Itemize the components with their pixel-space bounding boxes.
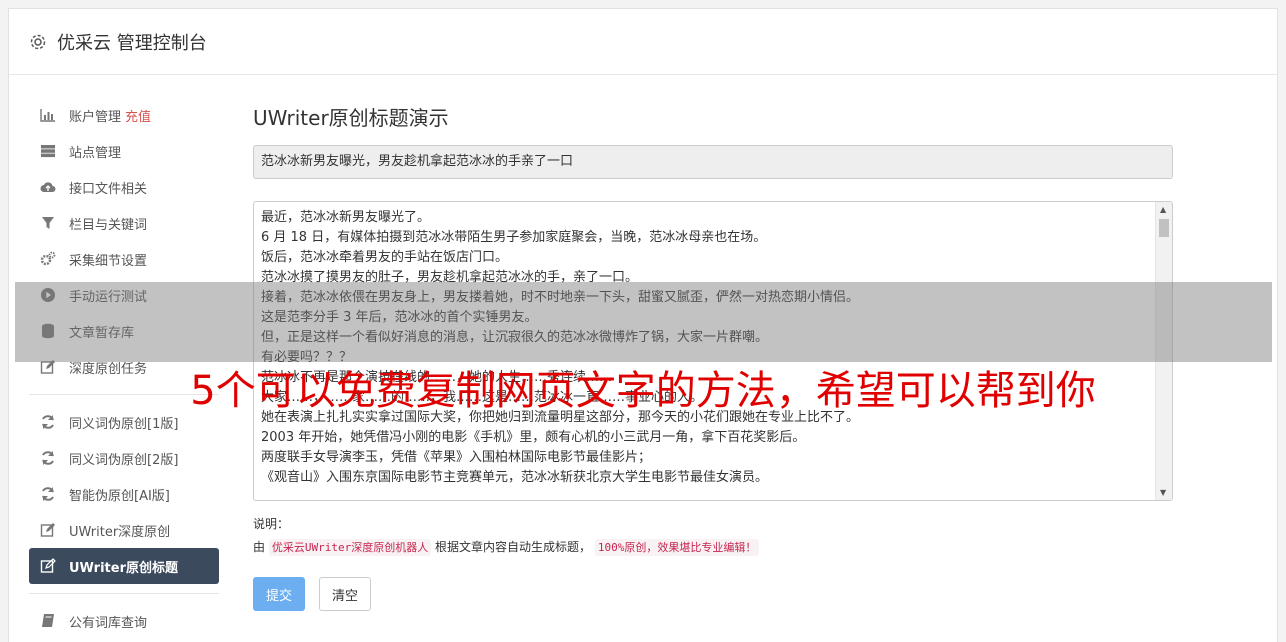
content-line: 2003 年开始，她凭借冯小刚的电影《手机》里，颇有心机的小三武月一角，拿下百花… (261, 430, 806, 445)
sidebar-item-label: 公有词库查询 (69, 615, 148, 631)
sidebar-item-public-lexicon[interactable]: 公有词库查询 (29, 603, 219, 639)
sidebar-group-3: 公有词库查询 (29, 603, 219, 639)
sidebar-item-ai-rewrite[interactable]: 智能伪原创[AI版] (29, 476, 219, 512)
recharge-link[interactable]: 充值 (125, 106, 151, 125)
sidebar-item-label: 站点管理 (69, 145, 122, 161)
sidebar-item-label: UWriter原创标题 (69, 560, 178, 576)
scroll-down-icon[interactable]: ▼ (1160, 488, 1166, 497)
note-prefix: 由 (253, 540, 266, 554)
bar-chart-icon (40, 107, 56, 123)
server-icon (40, 143, 56, 159)
action-buttons: 提交 清空 (253, 577, 1173, 611)
scroll-thumb[interactable] (1159, 219, 1169, 237)
note-description: 由 优采云UWriter深度原创机器人 根据文章内容自动生成标题， 100%原创… (253, 538, 1173, 556)
sidebar-item-label: 采集细节设置 (69, 253, 148, 269)
content-line: 最近，范冰冰新男友曝光了。 (261, 210, 431, 225)
sidebar-item-label: 栏目与关键词 (69, 217, 148, 233)
sidebar-item-collect-settings[interactable]: 采集细节设置 (29, 241, 219, 277)
refresh-icon (40, 414, 56, 430)
sidebar-item-label: 接口文件相关 (69, 181, 148, 197)
sidebar-item-label: UWriter深度原创 (69, 524, 171, 540)
sidebar-item-label: 账户管理 (69, 109, 122, 125)
edit-icon (40, 558, 56, 574)
sidebar-item-sites[interactable]: 站点管理 (29, 133, 219, 169)
note-middle: 根据文章内容自动生成标题， (435, 540, 592, 554)
page-title: UWriter原创标题演示 (253, 106, 449, 130)
gear-icon (29, 33, 47, 51)
book-icon (40, 613, 56, 629)
console-title: 优采云 管理控制台 (57, 32, 207, 54)
sidebar-item-label: 智能伪原创[AI版] (69, 488, 170, 504)
overlay-caption: 5个可以免费复制网页文字的方法，希望可以帮到你 (190, 368, 1096, 414)
note-highlight: 100%原创，效果堪比专业编辑！ (594, 539, 760, 556)
cloud-upload-icon (40, 179, 56, 195)
content-line: 饭后，范冰冰牵着男友的手站在饭店门口。 (261, 250, 509, 265)
sidebar-item-interface-files[interactable]: 接口文件相关 (29, 169, 219, 205)
sidebar-divider (29, 593, 219, 594)
content-line: 6 月 18 日，有媒体拍摄到范冰冰带陌生男子参加家庭聚会，当晚，范冰冰母亲也在… (261, 230, 767, 245)
sidebar-item-uwriter-deep[interactable]: UWriter深度原创 (29, 512, 219, 548)
edit-icon (40, 522, 56, 538)
filter-icon (40, 215, 56, 231)
refresh-icon (40, 450, 56, 466)
sidebar-group-2: 同义词伪原创[1版] 同义词伪原创[2版] 智能伪原创[AI版] UWriter… (29, 404, 219, 584)
sidebar-item-uwriter-title[interactable]: UWriter原创标题 (29, 548, 219, 584)
sidebar-item-account[interactable]: 账户管理 充值 (29, 97, 219, 133)
clear-button[interactable]: 清空 (319, 577, 372, 611)
title-result-field[interactable]: 范冰冰新男友曝光，男友趁机拿起范冰冰的手亲了一口 (253, 145, 1173, 179)
gears-icon (40, 251, 56, 267)
sidebar-item-synonym-v2[interactable]: 同义词伪原创[2版] (29, 440, 219, 476)
note-robot-name: 优采云UWriter深度原创机器人 (268, 539, 432, 556)
refresh-icon (40, 486, 56, 502)
content-line: 两度联手女导演李玉，凭借《苹果》入围柏林国际电影节最佳影片； (261, 450, 652, 465)
overlay-banner (15, 282, 1272, 362)
content-line: 《观音山》入围东京国际电影节主竞赛单元，范冰冰斩获北京大学生电影节最佳女演员。 (261, 470, 769, 485)
sidebar-item-label: 同义词伪原创[2版] (69, 452, 179, 468)
note-label: 说明： (253, 517, 290, 531)
submit-button[interactable]: 提交 (253, 577, 306, 611)
header: 优采云 管理控制台 (9, 9, 1277, 75)
scroll-up-icon[interactable]: ▲ (1160, 205, 1166, 214)
sidebar-item-columns-keywords[interactable]: 栏目与关键词 (29, 205, 219, 241)
